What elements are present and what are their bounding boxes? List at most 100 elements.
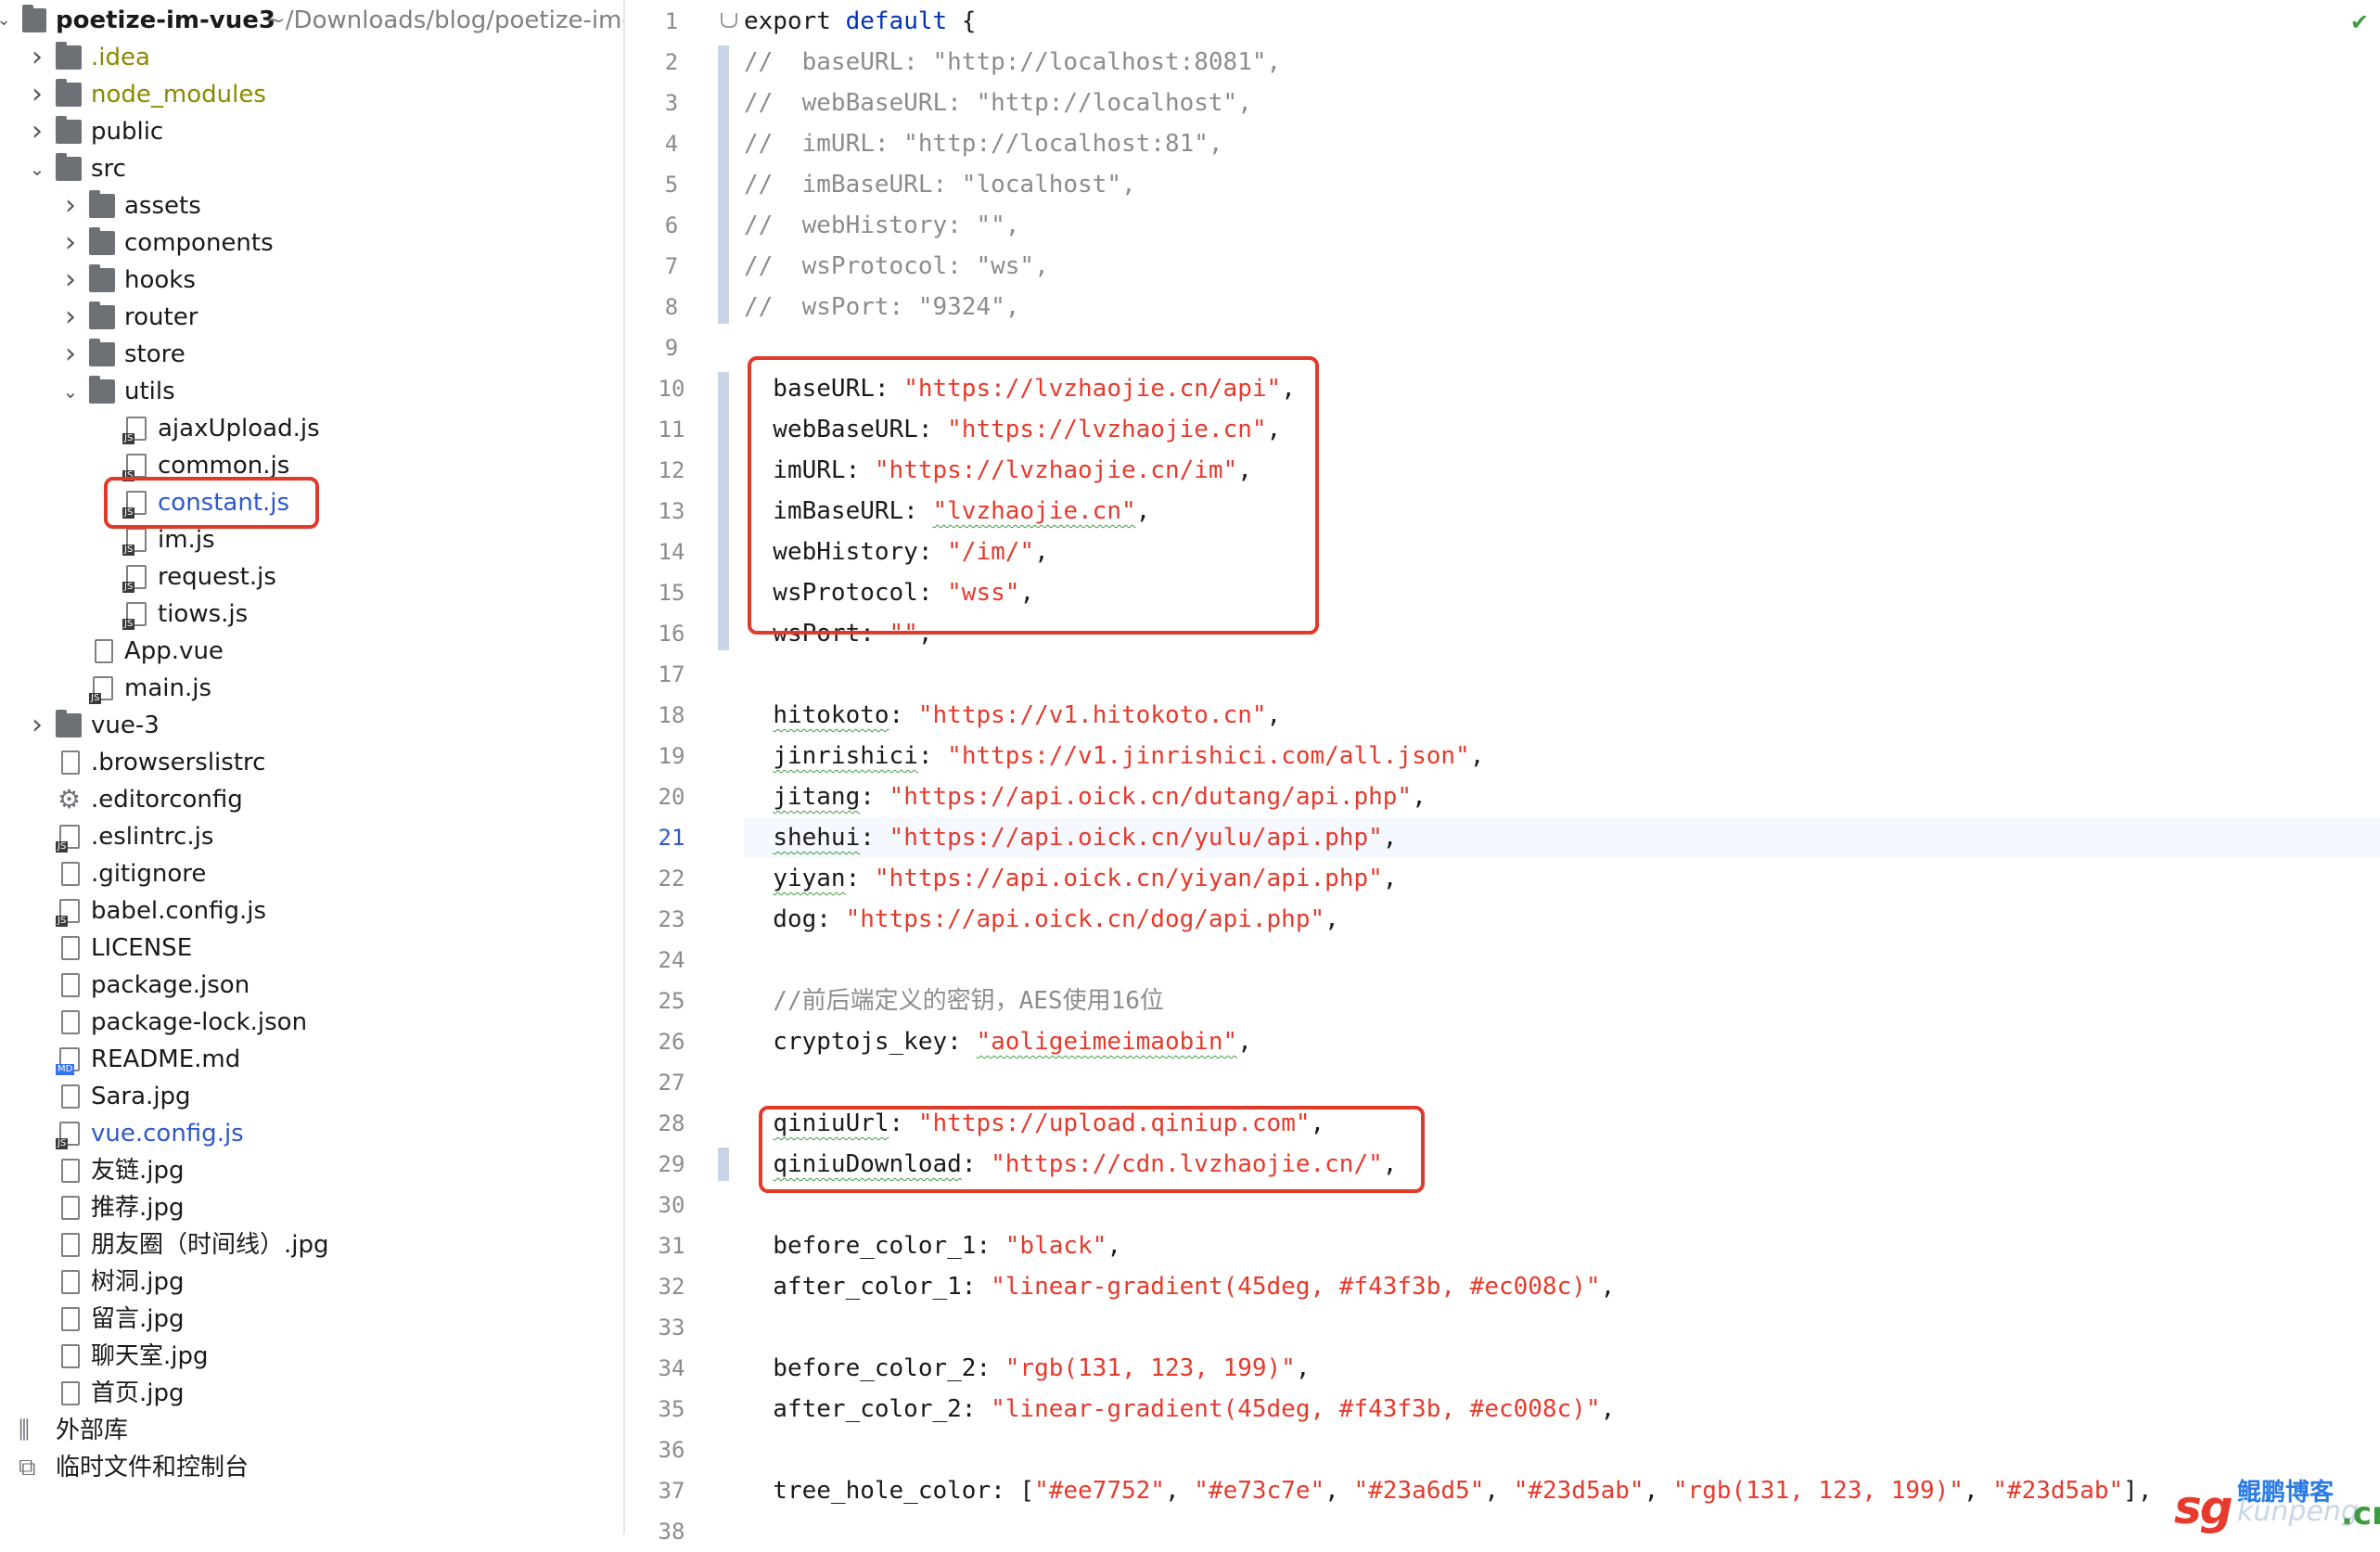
code-line[interactable]: shehui: "https://api.oick.cn/yulu/api.ph… bbox=[744, 817, 2380, 858]
chevron-right-icon[interactable]: › bbox=[61, 299, 80, 336]
line-number[interactable]: 32 bbox=[625, 1266, 718, 1307]
line-number[interactable]: 8 bbox=[625, 287, 718, 327]
code-line[interactable]: // webHistory: "", bbox=[744, 205, 2380, 246]
line-number[interactable]: 15 bbox=[625, 572, 718, 613]
chevron-down-icon[interactable]: ⌄ bbox=[28, 150, 46, 187]
tree-item-node[interactable]: JS .eslintrc.js bbox=[0, 818, 623, 855]
code-line[interactable] bbox=[744, 1307, 2380, 1348]
tree-item-node[interactable]: 留言.jpg bbox=[0, 1301, 623, 1338]
line-number[interactable]: 18 bbox=[625, 695, 718, 736]
code-line[interactable] bbox=[744, 1511, 2380, 1552]
code-line[interactable]: cryptojs_key: "aoligeimeimaobin", bbox=[744, 1021, 2380, 1062]
line-number[interactable]: 11 bbox=[625, 409, 718, 450]
code-line[interactable]: // wsProtocol: "ws", bbox=[744, 246, 2380, 287]
chevron-right-icon[interactable]: › bbox=[61, 187, 80, 224]
line-number[interactable]: 24 bbox=[625, 940, 718, 981]
tree-item-node[interactable]: JS main.js bbox=[0, 670, 623, 707]
tree-item-node[interactable]: 推荐.jpg bbox=[0, 1189, 623, 1226]
tree-item-node[interactable]: 聊天室.jpg bbox=[0, 1338, 623, 1375]
chevron-down-icon[interactable]: ⌄ bbox=[0, 2, 13, 39]
line-number[interactable]: 21 bbox=[625, 817, 718, 858]
code-line[interactable]: export default { bbox=[744, 1, 2380, 42]
inspection-ok-icon[interactable]: ✔ bbox=[2350, 9, 2369, 35]
code-line[interactable]: before_color_2: "rgb(131, 123, 199)", bbox=[744, 1348, 2380, 1389]
code-line[interactable]: // baseURL: "http://localhost:8081", bbox=[744, 42, 2380, 83]
line-number[interactable]: 16 bbox=[625, 613, 718, 654]
line-number[interactable]: 9 bbox=[625, 327, 718, 368]
line-number[interactable]: 20 bbox=[625, 776, 718, 817]
line-number[interactable]: 34 bbox=[625, 1348, 718, 1389]
line-number[interactable]: 17 bbox=[625, 654, 718, 695]
tree-item-node[interactable]: JS babel.config.js bbox=[0, 892, 623, 930]
code-line[interactable]: dog: "https://api.oick.cn/dog/api.php", bbox=[744, 899, 2380, 940]
tree-item-node[interactable]: .browserslistrc bbox=[0, 744, 623, 781]
chevron-right-icon[interactable]: › bbox=[28, 113, 46, 150]
vcs-change-marker[interactable] bbox=[718, 372, 729, 650]
tree-item-project-root[interactable]: ⌄ poetize-im-vue3~/Downloads/blog/poetize… bbox=[0, 2, 623, 39]
tree-item-node[interactable]: › vue-3 bbox=[0, 707, 623, 744]
code-line[interactable]: after_color_1: "linear-gradient(45deg, #… bbox=[744, 1266, 2380, 1307]
code-area[interactable]: export default {// baseURL: "http://loca… bbox=[744, 0, 2380, 1534]
line-number[interactable]: 12 bbox=[625, 450, 718, 491]
chevron-down-icon[interactable]: ⌄ bbox=[61, 373, 80, 410]
code-line[interactable] bbox=[744, 1430, 2380, 1470]
line-number[interactable]: 6 bbox=[625, 205, 718, 246]
line-number[interactable]: 27 bbox=[625, 1062, 718, 1103]
line-number[interactable]: 3 bbox=[625, 83, 718, 123]
code-line[interactable]: // imBaseURL: "localhost", bbox=[744, 164, 2380, 205]
code-line[interactable] bbox=[744, 1062, 2380, 1103]
code-line[interactable]: // webBaseURL: "http://localhost", bbox=[744, 83, 2380, 123]
tree-item-node[interactable]: › assets bbox=[0, 187, 623, 224]
code-line[interactable]: // wsPort: "9324", bbox=[744, 287, 2380, 327]
tree-item-node[interactable]: 树洞.jpg bbox=[0, 1263, 623, 1301]
vcs-change-marker[interactable] bbox=[718, 45, 729, 324]
chevron-right-icon[interactable]: › bbox=[28, 76, 46, 113]
code-line[interactable]: yiyan: "https://api.oick.cn/yiyan/api.ph… bbox=[744, 858, 2380, 899]
line-number[interactable]: 14 bbox=[625, 532, 718, 572]
code-line[interactable]: // imURL: "http://localhost:81", bbox=[744, 123, 2380, 164]
tree-item-node[interactable]: › node_modules bbox=[0, 76, 623, 113]
line-number[interactable]: 5 bbox=[625, 164, 718, 205]
tree-item-node[interactable]: › public bbox=[0, 113, 623, 150]
tree-item-node[interactable]: JS vue.config.js bbox=[0, 1115, 623, 1152]
tree-item-node[interactable]: ⚙ .editorconfig bbox=[0, 781, 623, 818]
line-number[interactable]: 1 bbox=[625, 1, 718, 42]
line-number[interactable]: 26 bbox=[625, 1021, 718, 1062]
chevron-right-icon[interactable]: › bbox=[61, 224, 80, 262]
tree-item-node[interactable]: ⌄ src bbox=[0, 150, 623, 187]
chevron-right-icon[interactable]: › bbox=[28, 39, 46, 76]
tree-item-node[interactable]: LICENSE bbox=[0, 930, 623, 967]
tree-item-node[interactable]: 友链.jpg bbox=[0, 1152, 623, 1189]
tree-item-node[interactable]: ⧉ 临时文件和控制台 bbox=[0, 1449, 623, 1486]
tree-item-node[interactable]: › store bbox=[0, 336, 623, 373]
vcs-change-marker[interactable] bbox=[718, 1148, 729, 1181]
code-line[interactable]: jinrishici: "https://v1.jinrishici.com/a… bbox=[744, 736, 2380, 776]
code-line[interactable] bbox=[744, 654, 2380, 695]
tree-item-node[interactable]: ⫼ 外部库 bbox=[0, 1412, 623, 1449]
line-number[interactable]: 36 bbox=[625, 1430, 718, 1470]
tree-item-node[interactable]: App.vue bbox=[0, 633, 623, 670]
tree-item-node[interactable]: › components bbox=[0, 224, 623, 262]
code-line[interactable]: before_color_1: "black", bbox=[744, 1225, 2380, 1266]
chevron-right-icon[interactable]: › bbox=[61, 262, 80, 299]
line-number[interactable]: 30 bbox=[625, 1185, 718, 1225]
tree-item-node[interactable]: ⌄ utils bbox=[0, 373, 623, 410]
tree-item-node[interactable]: MD README.md bbox=[0, 1041, 623, 1078]
line-number[interactable]: 28 bbox=[625, 1103, 718, 1144]
code-line[interactable]: jitang: "https://api.oick.cn/dutang/api.… bbox=[744, 776, 2380, 817]
code-line[interactable]: //前后端定义的密钥，AES使用16位 bbox=[744, 981, 2380, 1021]
line-number[interactable]: 33 bbox=[625, 1307, 718, 1348]
tree-item-node[interactable]: .gitignore bbox=[0, 855, 623, 892]
line-number[interactable]: 4 bbox=[625, 123, 718, 164]
line-number[interactable]: 37 bbox=[625, 1470, 718, 1511]
line-number[interactable]: 31 bbox=[625, 1225, 718, 1266]
chevron-right-icon[interactable]: › bbox=[28, 707, 46, 744]
tree-item-node[interactable]: › hooks bbox=[0, 262, 623, 299]
tree-item-node[interactable]: package.json bbox=[0, 967, 623, 1004]
tree-item-node[interactable]: JS request.js bbox=[0, 558, 623, 596]
tree-item-node[interactable]: JS tiows.js bbox=[0, 596, 623, 633]
tree-item-node[interactable]: › .idea bbox=[0, 39, 623, 76]
line-number[interactable]: 7 bbox=[625, 246, 718, 287]
line-number[interactable]: 23 bbox=[625, 899, 718, 940]
code-line[interactable]: hitokoto: "https://v1.hitokoto.cn", bbox=[744, 695, 2380, 736]
